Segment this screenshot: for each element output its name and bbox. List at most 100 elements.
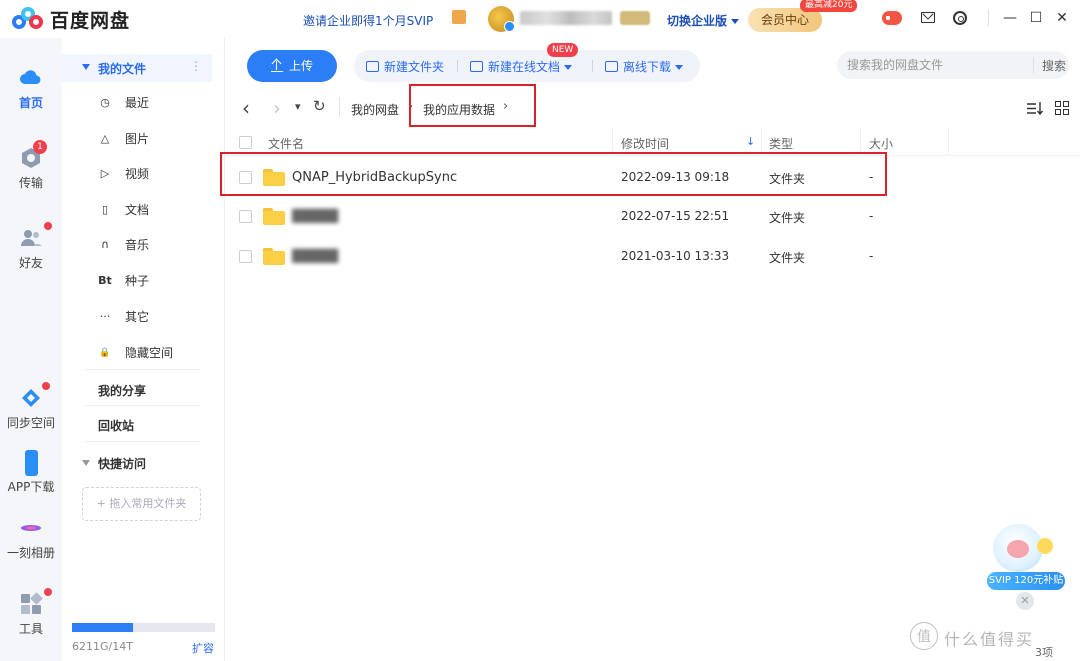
- row-checkbox[interactable]: [239, 210, 252, 223]
- back-button[interactable]: ‹: [242, 96, 250, 120]
- username-blurred[interactable]: [520, 11, 612, 25]
- gift-icon[interactable]: [452, 10, 466, 24]
- sidebar-item-my-share[interactable]: 我的分享: [98, 382, 146, 399]
- column-divider[interactable]: [612, 129, 613, 156]
- file-name-blurred[interactable]: █████: [292, 209, 338, 223]
- svip-promo-label[interactable]: SVIP 120元补贴: [987, 572, 1065, 590]
- app-logo[interactable]: 百度网盘: [12, 6, 130, 33]
- switch-enterprise-button[interactable]: 切换企业版: [667, 12, 740, 29]
- select-all-checkbox[interactable]: [239, 136, 252, 149]
- rail-item-sync-space[interactable]: 同步空间: [0, 382, 62, 431]
- file-name[interactable]: QNAP_HybridBackupSync: [292, 170, 457, 185]
- rail-item-album[interactable]: 一刻相册: [0, 516, 62, 561]
- breadcrumb-root[interactable]: 我的网盘: [351, 101, 399, 118]
- sidebar-item-label: 文档: [125, 203, 150, 217]
- new-online-doc-button[interactable]: 新建在线文档: [470, 58, 573, 75]
- doc-plus-icon: [470, 61, 483, 72]
- quick-access-collapse-icon[interactable]: [82, 460, 90, 466]
- sort-descending-icon[interactable]: ↓: [746, 135, 755, 148]
- collapse-triangle-icon[interactable]: [82, 64, 90, 70]
- sort-list-icon[interactable]: [1027, 101, 1044, 116]
- breadcrumb-separator: ›: [408, 99, 414, 114]
- phone-icon: [19, 450, 43, 476]
- column-divider[interactable]: [860, 129, 861, 156]
- breadcrumb-current[interactable]: 我的应用数据: [423, 101, 495, 118]
- sidebar-item-label: 其它: [125, 310, 150, 324]
- rail-item-transfer[interactable]: 1 传输: [0, 140, 62, 191]
- file-name-blurred[interactable]: █████: [292, 249, 338, 263]
- rail-item-app-download[interactable]: APP下载: [0, 450, 62, 495]
- storage-quota-fill: [72, 623, 134, 632]
- history-dropdown-button[interactable]: ▾: [295, 100, 301, 113]
- breadcrumb-divider: [339, 97, 340, 117]
- toolbar: 上传 新建文件夹 新建在线文档 离线下载 NEW 搜索: [225, 38, 1080, 94]
- column-size[interactable]: 大小: [869, 135, 893, 152]
- file-modified: 2022-07-15 22:51: [621, 209, 730, 223]
- promo-close-button[interactable]: ✕: [1016, 592, 1034, 610]
- sidebar-item-label: 视频: [125, 167, 150, 181]
- settings-gear-icon[interactable]: [953, 11, 967, 25]
- column-type[interactable]: 类型: [769, 135, 793, 152]
- offline-download-button[interactable]: 离线下载: [605, 58, 684, 75]
- mascot-face-icon: [1007, 540, 1029, 558]
- rail-label-friends: 好友: [18, 256, 43, 270]
- table-row[interactable]: QNAP_HybridBackupSync 2022-09-13 09:18 文…: [225, 158, 1080, 198]
- search-divider: [1033, 57, 1034, 73]
- column-name[interactable]: 文件名: [268, 135, 304, 152]
- storage-quota-text: 6211G/14T: [72, 640, 133, 653]
- rail-label-home: 首页: [18, 96, 43, 110]
- rail-label-sync: 同步空间: [6, 416, 55, 430]
- folder-icon: [263, 169, 285, 186]
- grid-view-icon[interactable]: [1055, 101, 1070, 116]
- upload-button[interactable]: 上传: [247, 50, 337, 82]
- rail-item-friends[interactable]: 好友: [0, 222, 62, 271]
- row-checkbox[interactable]: [239, 250, 252, 263]
- sidebar-item-recycle[interactable]: 回收站: [98, 417, 134, 434]
- search-input[interactable]: [847, 55, 1027, 75]
- refresh-button[interactable]: ↻: [313, 97, 326, 115]
- friends-notification-dot: [44, 222, 52, 230]
- rail-item-home[interactable]: 首页: [0, 66, 62, 111]
- folder-icon: [263, 248, 285, 265]
- close-window-button[interactable]: ✕: [1052, 8, 1072, 28]
- baidu-netdisk-logo-icon: [12, 6, 44, 33]
- gamepad-icon[interactable]: [882, 11, 902, 25]
- sidebar-divider: [84, 441, 200, 442]
- column-divider[interactable]: [761, 129, 762, 156]
- table-row[interactable]: █████ 2021-03-10 13:33 文件夹 -: [225, 237, 1080, 277]
- sync-notification-dot: [42, 382, 50, 390]
- sidebar-item-quick-access[interactable]: 快捷访问: [98, 455, 146, 472]
- folder-plus-icon: [366, 61, 379, 72]
- column-divider[interactable]: [948, 129, 949, 156]
- headphone-icon: ∩: [100, 238, 110, 251]
- left-nav-rail: 首页 1 传输 好友 同步空间 APP下载 一刻相册 工具: [0, 38, 62, 661]
- sidebar-item-label: 最近: [125, 96, 150, 110]
- toolbar-divider: [457, 60, 458, 72]
- svip-promo-widget[interactable]: SVIP 120元补贴: [985, 520, 1067, 594]
- search-button[interactable]: 搜索: [1042, 57, 1066, 74]
- minimize-button[interactable]: —: [1000, 8, 1020, 28]
- new-folder-button[interactable]: 新建文件夹: [366, 58, 444, 75]
- item-count: 3项: [1035, 646, 1053, 659]
- download-icon: [605, 61, 618, 72]
- file-modified: 2021-03-10 13:33: [621, 249, 730, 263]
- play-icon: ▷: [100, 167, 110, 180]
- watermark-logo-icon: 值: [910, 622, 938, 650]
- sidebar-divider: [84, 405, 200, 406]
- table-row[interactable]: █████ 2022-07-15 22:51 文件夹 -: [225, 197, 1080, 237]
- sidebar-item-my-files[interactable]: 我的文件 ⋮: [62, 54, 212, 82]
- forward-button[interactable]: ›: [273, 96, 281, 120]
- storage-quota-bar: [72, 623, 215, 632]
- maximize-button[interactable]: ☐: [1026, 8, 1046, 28]
- column-modified[interactable]: 修改时间: [621, 135, 669, 152]
- drag-folder-dropzone[interactable]: + 拖入常用文件夹: [82, 487, 201, 521]
- more-options-icon[interactable]: ⋮: [190, 59, 202, 73]
- invite-enterprise-link[interactable]: 邀请企业即得1个月SVIP: [303, 12, 433, 29]
- app-window: 百度网盘 邀请企业即得1个月SVIP 切换企业版 会员中心 最高减20元 — ☐…: [0, 0, 1080, 661]
- rail-item-tools[interactable]: 工具: [0, 588, 62, 637]
- row-checkbox[interactable]: [239, 171, 252, 184]
- mail-icon[interactable]: [921, 12, 935, 23]
- expand-storage-link[interactable]: 扩容: [192, 640, 214, 656]
- more-icon: ···: [99, 310, 111, 323]
- action-group: 新建文件夹 新建在线文档 离线下载: [354, 50, 700, 82]
